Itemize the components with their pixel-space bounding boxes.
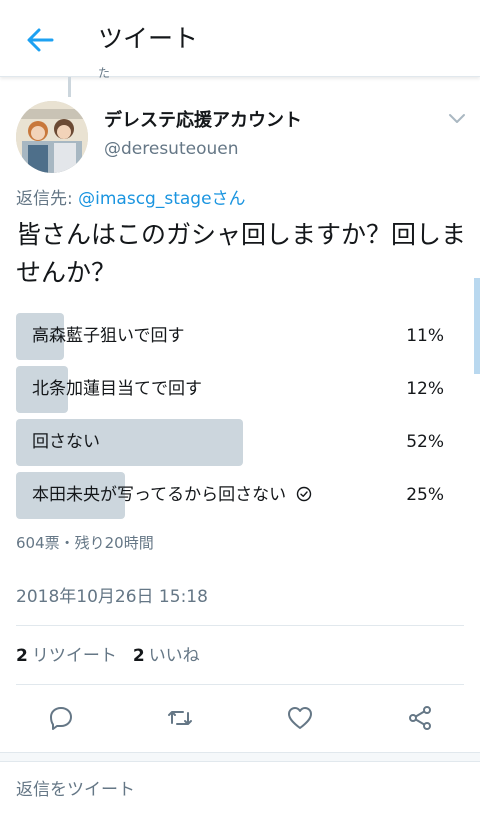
poll-option: 本田未央が写ってるから回さない 25%	[16, 472, 452, 519]
reply-context: 返信先: @imascg_stageさん	[16, 187, 246, 211]
likes-count: 2	[132, 646, 145, 666]
back-arrow-icon[interactable]	[22, 22, 58, 58]
thread-connector-line	[68, 77, 71, 97]
poll-option-label: 北条加蓮目当てで回す	[32, 379, 202, 399]
poll-option-label: 高森藍子狙いで回す	[32, 326, 185, 346]
poll: 高森藍子狙いで回す 11% 北条加蓮目当てで回す 12% 回さない 52% 本田…	[16, 313, 452, 525]
likes-label: いいね	[148, 646, 200, 666]
top-app-bar: ツイート	[0, 0, 480, 77]
retweets-count: 2	[16, 646, 28, 666]
poll-option-label-text: 本田未央が写ってるから回さない	[32, 485, 287, 505]
chevron-down-icon[interactable]	[446, 110, 468, 126]
likes-stat[interactable]: 2 いいね	[133, 646, 200, 666]
section-divider	[0, 752, 480, 762]
like-icon[interactable]	[286, 704, 314, 732]
poll-option: 回さない 52%	[16, 419, 452, 466]
tweet-timestamp[interactable]: 2018年10月26日 15:18	[16, 585, 208, 609]
poll-option-percent: 12%	[406, 379, 444, 399]
reply-mention-link[interactable]: @imascg_stageさん	[78, 189, 245, 209]
scrollbar-thumb[interactable]	[474, 278, 480, 374]
avatar[interactable]	[16, 101, 88, 173]
share-icon[interactable]	[406, 704, 434, 732]
voted-check-icon	[296, 486, 312, 502]
author-display-name[interactable]: デレステ応援アカウント	[104, 108, 302, 134]
reply-icon[interactable]	[47, 704, 75, 732]
page-title: ツイート	[98, 24, 199, 53]
tweet-text: 皆さんはこのガシャ回しますか？回しませんか？	[16, 220, 467, 287]
previous-tweet-snippet: た	[98, 66, 111, 80]
poll-meta: 604票・残り20時間	[16, 534, 154, 552]
poll-option: 高森藍子狙いで回す 11%	[16, 313, 452, 360]
author-handle[interactable]: @deresuteouen	[104, 137, 239, 161]
engagement-stats: 2 リツイート 2 いいね	[16, 644, 200, 668]
divider	[16, 684, 464, 685]
poll-option: 北条加蓮目当てで回す 12%	[16, 366, 452, 413]
action-bar	[0, 696, 480, 740]
poll-option-label: 本田未央が写ってるから回さない	[32, 472, 312, 519]
retweet-icon[interactable]	[166, 704, 194, 732]
divider	[16, 625, 464, 626]
reply-input[interactable]: 返信をツイート	[16, 776, 135, 804]
poll-option-percent: 25%	[406, 485, 444, 505]
reply-prefix: 返信先:	[16, 189, 79, 209]
poll-option-percent: 52%	[406, 432, 444, 452]
avatar-image	[16, 101, 88, 173]
retweets-label: リツイート	[31, 646, 117, 666]
retweets-stat[interactable]: 2 リツイート	[16, 646, 117, 666]
poll-option-percent: 11%	[406, 326, 444, 346]
poll-option-label: 回さない	[32, 432, 100, 452]
